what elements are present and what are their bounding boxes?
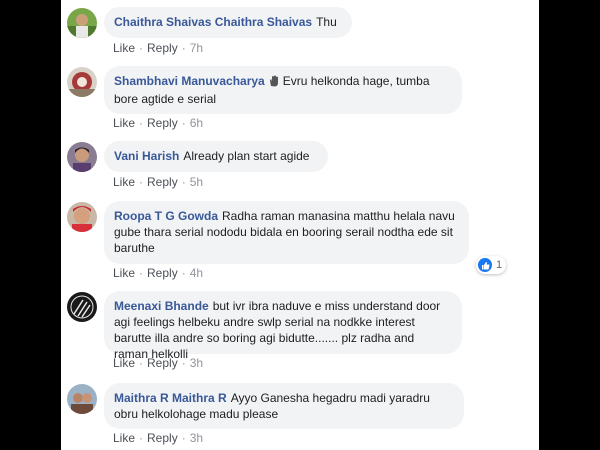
comment-bubble: Roopa T G Gowda Radha raman manasina matt… <box>104 201 469 264</box>
avatar[interactable] <box>67 8 97 38</box>
comment-bubble: Vani Harish Already plan start agide <box>104 141 328 172</box>
commenter-name[interactable]: Chaithra Shaivas Chaithra Shaivas <box>114 15 312 29</box>
reply-link[interactable]: Reply <box>147 41 178 55</box>
commenter-name[interactable]: Vani Harish <box>114 149 179 163</box>
comment-bubble: Meenaxi Bhande but ivr ibra naduve e miss… <box>104 291 462 361</box>
comment-time[interactable]: 6h <box>190 116 203 130</box>
reply-link[interactable]: Reply <box>147 356 178 370</box>
comment-bubble: Chaithra Shaivas Chaithra Shaivas Thu <box>104 7 352 38</box>
like-link[interactable]: Like <box>113 356 135 370</box>
comment-actions: Like · Reply · 3h <box>113 356 203 370</box>
reply-link[interactable]: Reply <box>147 431 178 445</box>
separator: · <box>139 116 144 130</box>
comment-actions: Like · Reply · 5h <box>113 175 203 189</box>
comment-bubble: Shambhavi Manuvacharya Evru helkonda hage… <box>104 66 462 114</box>
reply-link[interactable]: Reply <box>147 175 178 189</box>
reaction-count[interactable]: 1 <box>476 256 507 274</box>
comment-actions: Like · Reply · 4h <box>113 266 203 280</box>
separator: · <box>181 41 186 55</box>
comment-time[interactable]: 5h <box>190 175 203 189</box>
comment-actions: Like · Reply · 7h <box>113 41 203 55</box>
comment-bubble: Maithra R Maithra R Ayyo Ganesha hegadru … <box>104 383 464 429</box>
separator: · <box>139 356 144 370</box>
like-link[interactable]: Like <box>113 116 135 130</box>
separator: · <box>181 356 186 370</box>
avatar[interactable] <box>67 384 97 414</box>
like-link[interactable]: Like <box>113 41 135 55</box>
separator: · <box>181 431 186 445</box>
avatar[interactable] <box>67 142 97 172</box>
comment-time[interactable]: 3h <box>190 431 203 445</box>
comment-actions: Like · Reply · 6h <box>113 116 203 130</box>
comment-time[interactable]: 7h <box>190 41 203 55</box>
avatar[interactable] <box>67 292 97 322</box>
avatar[interactable] <box>67 67 97 97</box>
reaction-number: 1 <box>496 259 503 271</box>
separator: · <box>181 266 186 280</box>
comment-time[interactable]: 3h <box>190 356 203 370</box>
avatar[interactable] <box>67 202 97 232</box>
commenter-name[interactable]: Shambhavi Manuvacharya <box>114 74 265 88</box>
separator: · <box>139 266 144 280</box>
like-link[interactable]: Like <box>113 175 135 189</box>
like-link[interactable]: Like <box>113 431 135 445</box>
like-icon <box>478 258 492 272</box>
comment-text: Already plan start agide <box>183 149 310 163</box>
separator: · <box>139 431 144 445</box>
separator: · <box>181 116 186 130</box>
commenter-name[interactable]: Meenaxi Bhande <box>114 299 209 313</box>
commenter-name[interactable]: Maithra R Maithra R <box>114 391 227 405</box>
comment-text: Thu <box>316 15 337 29</box>
like-link[interactable]: Like <box>113 266 135 280</box>
reply-link[interactable]: Reply <box>147 116 178 130</box>
comment-time[interactable]: 4h <box>190 266 203 280</box>
waving-hand-icon <box>269 75 280 91</box>
separator: · <box>139 175 144 189</box>
separator: · <box>181 175 186 189</box>
separator: · <box>139 41 144 55</box>
commenter-name[interactable]: Roopa T G Gowda <box>114 209 218 223</box>
reply-link[interactable]: Reply <box>147 266 178 280</box>
comment-actions: Like · Reply · 3h <box>113 431 203 445</box>
comments-panel: Chaithra Shaivas Chaithra Shaivas Thu Lik… <box>61 0 539 450</box>
